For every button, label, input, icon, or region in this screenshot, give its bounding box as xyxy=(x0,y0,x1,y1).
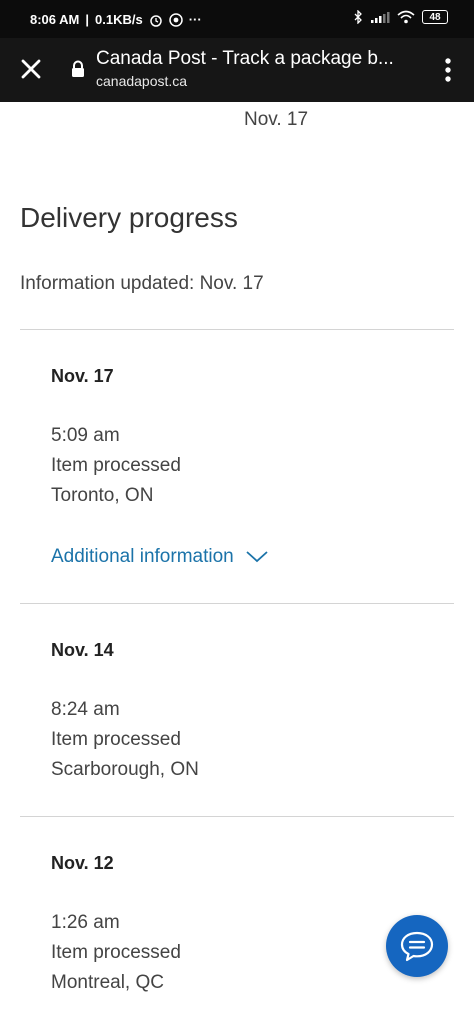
event-date: Nov. 14 xyxy=(51,640,114,660)
browser-toolbar: Canada Post - Track a package b... canad… xyxy=(0,38,474,102)
additional-information-toggle[interactable]: Additional information xyxy=(51,546,268,568)
status-time: 8:06 AM xyxy=(30,12,80,27)
close-icon[interactable] xyxy=(18,56,44,82)
event-location: Scarborough, ON xyxy=(51,759,199,780)
event-status: Item processed xyxy=(51,455,181,476)
event-time: 5:09 am xyxy=(51,425,120,446)
chrome-icon xyxy=(168,12,183,27)
event-date: Nov. 12 xyxy=(51,853,114,873)
event-date: Nov. 17 xyxy=(51,366,114,386)
battery-icon: 48 xyxy=(422,10,448,24)
chevron-down-icon xyxy=(246,551,268,563)
event-location: Montreal, QC xyxy=(51,972,164,993)
wifi-icon xyxy=(397,10,415,24)
alarm-icon xyxy=(149,14,162,27)
more-vert-icon[interactable] xyxy=(444,56,452,84)
page-content: Nov. 17 Delivery progress Information up… xyxy=(0,102,474,1027)
lock-icon xyxy=(72,60,84,77)
bluetooth-icon xyxy=(354,10,362,24)
signal-icon xyxy=(371,12,390,23)
divider xyxy=(20,603,454,604)
top-date: Nov. 17 xyxy=(244,109,309,130)
event-location: Toronto, ON xyxy=(51,485,154,506)
event-time: 8:24 am xyxy=(51,699,120,720)
page-title: Canada Post - Track a package b... xyxy=(96,48,394,69)
event-time: 1:26 am xyxy=(51,912,120,933)
divider xyxy=(20,816,454,817)
chat-button[interactable] xyxy=(386,915,448,977)
status-bar: 8:06 AM | 0.1KB/s ··· 48 xyxy=(0,0,474,38)
event-status: Item processed xyxy=(51,942,181,963)
delivery-progress-heading: Delivery progress xyxy=(20,202,238,233)
status-right: 48 xyxy=(353,10,448,24)
status-separator: | xyxy=(85,12,90,27)
more-notifications-icon: ··· xyxy=(188,12,202,27)
divider xyxy=(20,329,454,330)
status-left: 8:06 AM | 0.1KB/s ··· xyxy=(30,12,202,27)
status-speed: 0.1KB/s xyxy=(95,12,143,27)
page-url[interactable]: canadapost.ca xyxy=(96,73,187,89)
battery-level: 48 xyxy=(429,11,441,23)
chat-icon xyxy=(400,931,434,962)
additional-information-label: Additional information xyxy=(51,546,234,567)
event-status: Item processed xyxy=(51,729,181,750)
information-updated: Information updated: Nov. 17 xyxy=(20,273,264,294)
